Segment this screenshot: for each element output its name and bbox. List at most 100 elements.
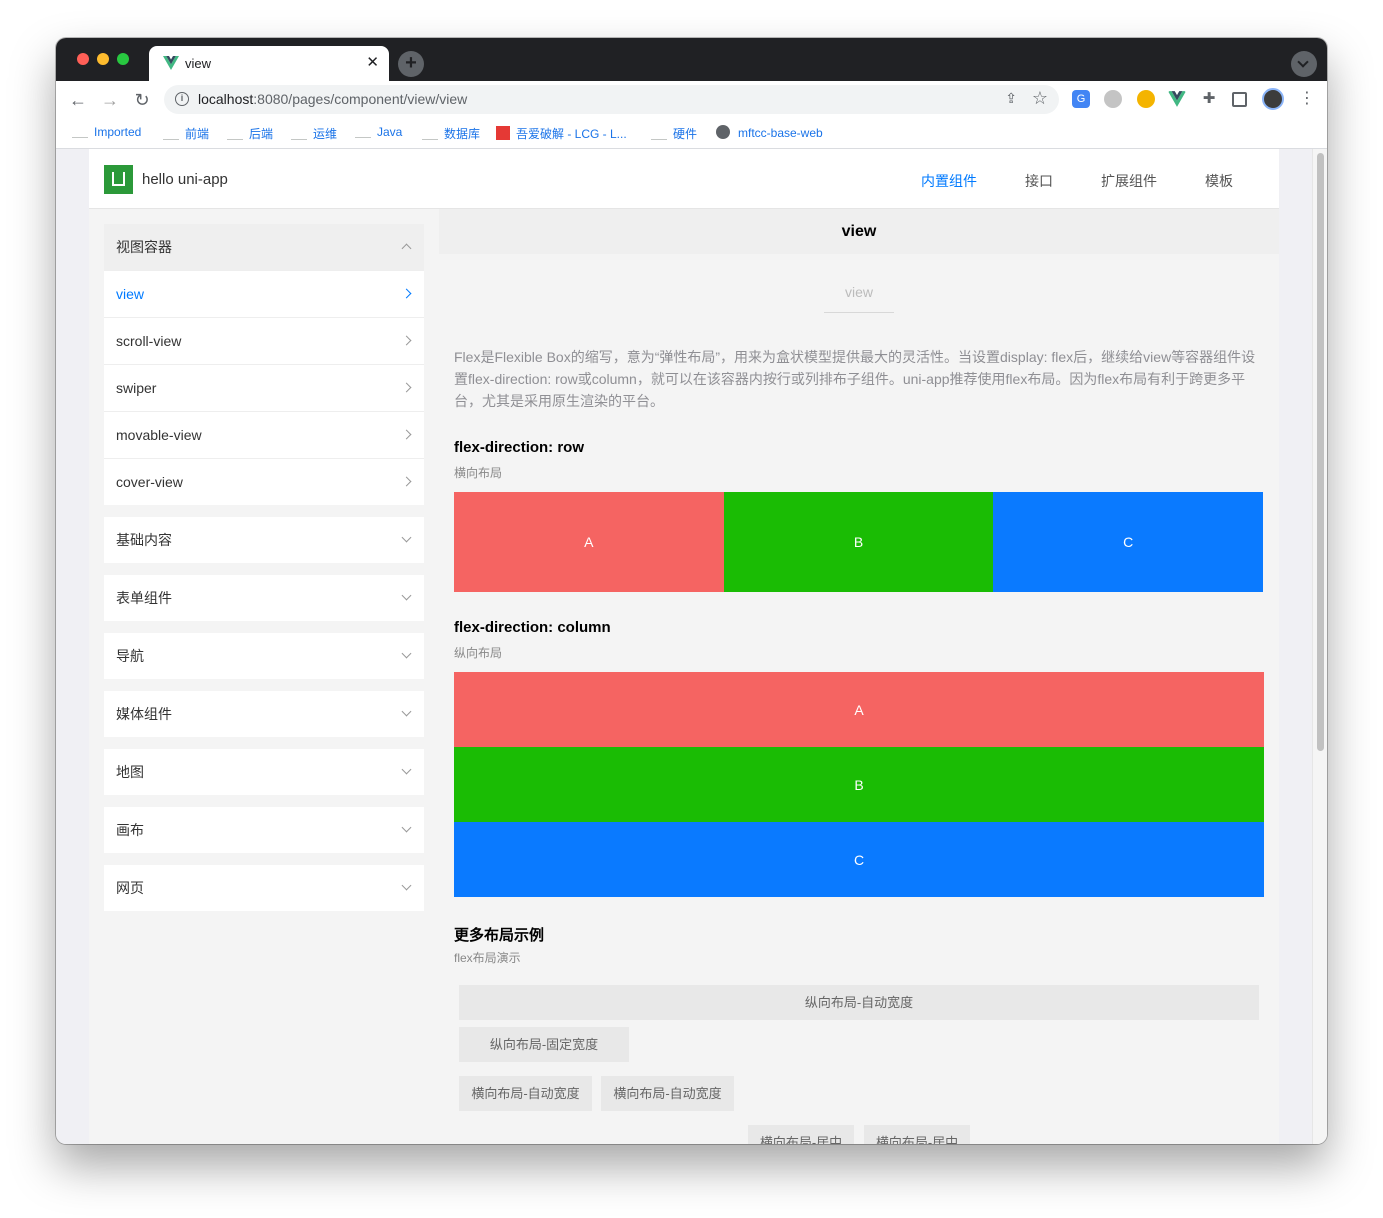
- group-header[interactable]: 画布: [104, 807, 424, 853]
- bookmark-database[interactable]: 数据库: [422, 125, 480, 141]
- folder-icon: [72, 127, 88, 139]
- maximize-window-button[interactable]: [117, 53, 129, 65]
- sidebar-group-form-components[interactable]: 表单组件: [104, 575, 424, 621]
- more-menu-icon[interactable]: ⋮: [1299, 90, 1315, 108]
- sidebar-item-cover-view[interactable]: cover-view: [104, 458, 424, 505]
- uni-app-logo-icon[interactable]: [104, 165, 133, 194]
- demo-title: view: [824, 284, 894, 313]
- bookmarks-bar: Imported 前端 后端 运维 Java 数据库 吾爱破解 - LCG - …: [56, 118, 1327, 149]
- bookmark-frontend[interactable]: 前端: [163, 125, 209, 141]
- sidebar-group-media[interactable]: 媒体组件: [104, 691, 424, 737]
- grey-extension-icon[interactable]: [1104, 90, 1122, 108]
- group-header[interactable]: 媒体组件: [104, 691, 424, 737]
- tab-close-icon[interactable]: ✕: [366, 54, 379, 72]
- layout-demo-column-auto[interactable]: 纵向布局-自动宽度: [459, 985, 1259, 1020]
- bookmark-52pojie[interactable]: 吾爱破解 - LCG - L...: [496, 125, 627, 141]
- url-text: localhost:8080/pages/component/view/view: [198, 91, 468, 107]
- share-icon[interactable]: ⇪: [1005, 90, 1017, 107]
- nav-api[interactable]: 接口: [1025, 171, 1053, 191]
- new-tab-button[interactable]: +: [398, 51, 424, 77]
- chevron-down-icon: [401, 590, 412, 601]
- close-window-button[interactable]: [77, 53, 89, 65]
- bookmark-hardware[interactable]: 硬件: [651, 125, 697, 141]
- group-header[interactable]: 网页: [104, 865, 424, 911]
- layout-demo-row-center[interactable]: 横向布局-居中: [864, 1125, 970, 1144]
- sidebar-item-scroll-view[interactable]: scroll-view: [104, 317, 424, 364]
- folder-icon: [227, 129, 243, 141]
- row-box-b: B: [723, 492, 994, 592]
- layout-demo-row-auto[interactable]: 横向布局-自动宽度: [601, 1076, 734, 1111]
- reload-icon[interactable]: ↻: [130, 88, 154, 112]
- forward-arrow-icon[interactable]: →: [98, 88, 122, 112]
- sidebar: 视图容器 view scroll-view swiper movable-vie…: [89, 209, 439, 1144]
- uni-app-page: hello uni-app 内置组件 接口 扩展组件 模板 视图容器 view …: [89, 149, 1279, 1144]
- bookmark-star-icon[interactable]: ☆: [1032, 88, 1048, 109]
- column-box-b: B: [454, 747, 1264, 822]
- sidebar-item-view[interactable]: view: [104, 270, 424, 317]
- back-arrow-icon[interactable]: ←: [66, 88, 90, 112]
- chevron-right-icon: [401, 476, 412, 487]
- site-info-icon[interactable]: i: [175, 92, 189, 106]
- bookmark-java[interactable]: Java: [355, 125, 402, 141]
- puzzle-extensions-icon[interactable]: ✚: [1200, 90, 1218, 108]
- page-title: view: [439, 209, 1279, 254]
- tab-search-button[interactable]: [1291, 51, 1317, 77]
- sidebar-item-swiper[interactable]: swiper: [104, 364, 424, 411]
- scrollbar-thumb[interactable]: [1317, 153, 1324, 751]
- app-title[interactable]: hello uni-app: [142, 171, 228, 188]
- row-section-title: flex-direction: row: [454, 439, 585, 456]
- group-header-view-containers[interactable]: 视图容器: [104, 224, 424, 270]
- sidebar-group-canvas[interactable]: 画布: [104, 807, 424, 853]
- group-header[interactable]: 导航: [104, 633, 424, 679]
- sidebar-group-map[interactable]: 地图: [104, 749, 424, 795]
- chevron-down-icon: [1297, 56, 1309, 68]
- chevron-right-icon: [401, 382, 412, 393]
- column-section-subtitle: 纵向布局: [454, 646, 503, 660]
- bug-extension-icon[interactable]: [1137, 90, 1155, 108]
- column-box-a: A: [454, 672, 1264, 747]
- address-bar[interactable]: i localhost:8080/pages/component/view/vi…: [164, 85, 1059, 114]
- group-header[interactable]: 地图: [104, 749, 424, 795]
- folder-icon: [163, 129, 179, 141]
- row-section-subtitle: 横向布局: [454, 466, 503, 480]
- more-section-title: 更多布局示例: [454, 927, 545, 944]
- chevron-up-icon: [401, 243, 412, 254]
- vue-devtools-icon[interactable]: [1168, 90, 1186, 108]
- group-header[interactable]: 基础内容: [104, 517, 424, 563]
- nav-builtin-components[interactable]: 内置组件: [921, 171, 977, 191]
- layout-demo-row-center[interactable]: 横向布局-居中: [748, 1125, 854, 1144]
- sidebar-group-basic-content[interactable]: 基础内容: [104, 517, 424, 563]
- layout-demo-row-auto[interactable]: 横向布局-自动宽度: [459, 1076, 592, 1111]
- translate-extension-icon[interactable]: G: [1072, 90, 1090, 108]
- nav-extended-components[interactable]: 扩展组件: [1101, 171, 1157, 191]
- page-scrollbar[interactable]: [1312, 149, 1327, 1144]
- sidebar-item-movable-view[interactable]: movable-view: [104, 411, 424, 458]
- chevron-down-icon: [401, 532, 412, 543]
- browser-toolbar: ← → ↻ i localhost:8080/pages/component/v…: [56, 81, 1327, 118]
- 52pojie-favicon-icon: [496, 126, 510, 140]
- layout-demo-column-fixed[interactable]: 纵向布局-固定宽度: [459, 1027, 629, 1062]
- bookmark-imported[interactable]: Imported: [72, 125, 141, 141]
- chevron-right-icon: [401, 335, 412, 346]
- row-box-c: C: [993, 492, 1264, 592]
- bookmark-mftcc[interactable]: mftcc-base-web: [716, 125, 823, 141]
- sidebar-group-webview[interactable]: 网页: [104, 865, 424, 911]
- flex-column-demo: A B C: [454, 672, 1264, 897]
- chevron-down-icon: [401, 880, 412, 891]
- nav-templates[interactable]: 模板: [1205, 171, 1233, 191]
- bookmark-ops[interactable]: 运维: [291, 125, 337, 141]
- sidebar-group-navigation[interactable]: 导航: [104, 633, 424, 679]
- group-header[interactable]: 表单组件: [104, 575, 424, 621]
- browser-tab[interactable]: view ✕: [149, 46, 389, 81]
- chevron-down-icon: [401, 764, 412, 775]
- minimize-window-button[interactable]: [97, 53, 109, 65]
- tab-title: view: [185, 56, 212, 71]
- bookmark-backend[interactable]: 后端: [227, 125, 273, 141]
- description-text: Flex是Flexible Box的缩写，意为“弹性布局”，用来为盒状模型提供最…: [454, 349, 1256, 409]
- folder-icon: [291, 129, 307, 141]
- chevron-right-icon: [401, 429, 412, 440]
- profile-avatar[interactable]: [1262, 88, 1284, 110]
- chevron-down-icon: [401, 822, 412, 833]
- side-panel-icon[interactable]: [1232, 92, 1247, 107]
- folder-icon: [422, 129, 438, 141]
